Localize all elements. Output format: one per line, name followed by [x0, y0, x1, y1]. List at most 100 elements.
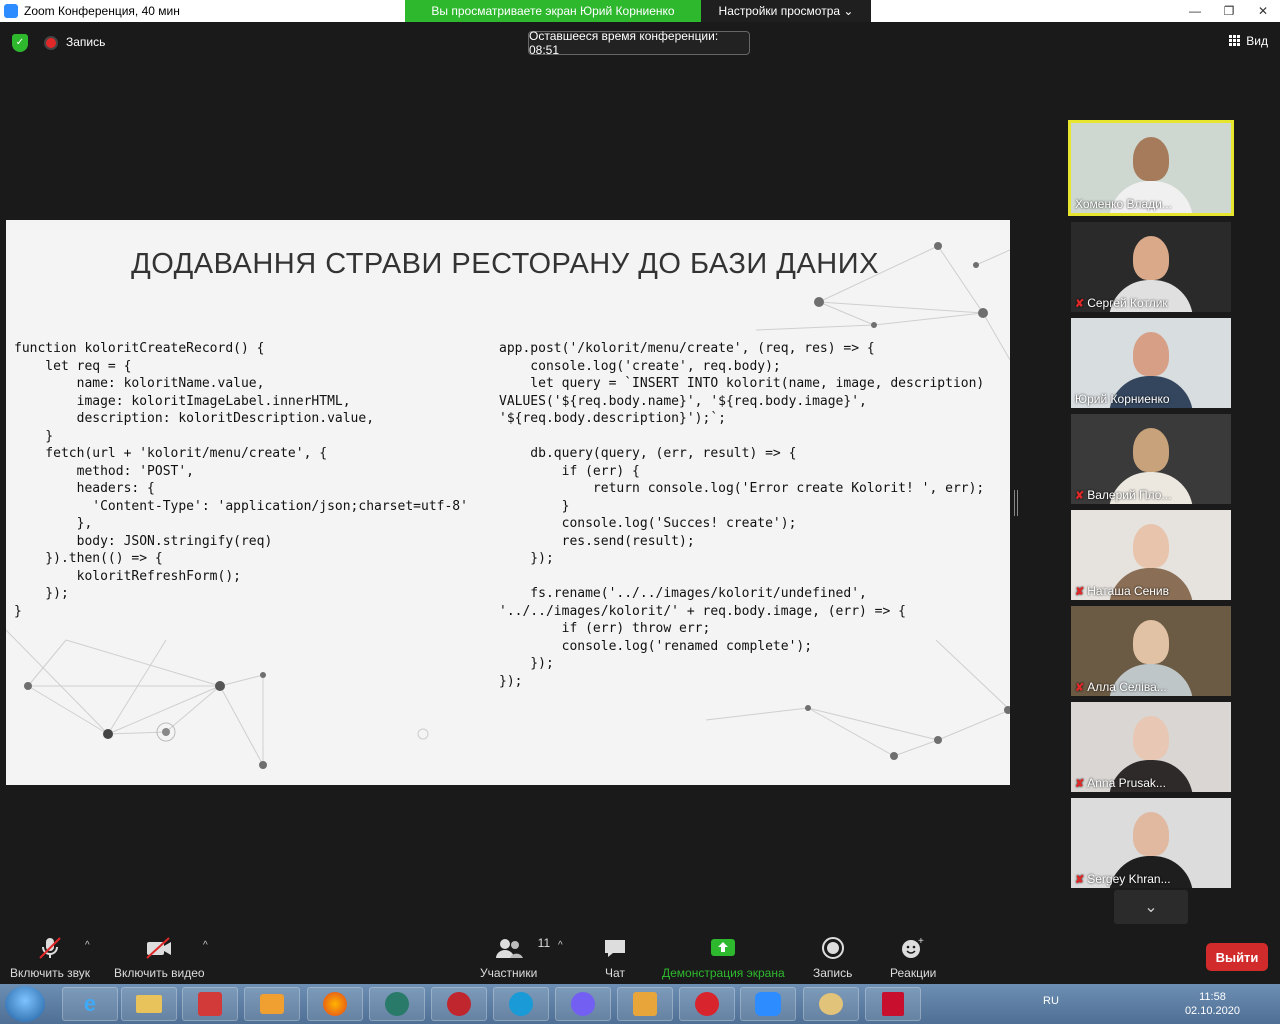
participant-name: ✘ Anna Prusak...	[1075, 776, 1166, 790]
reactions-label: Реакции	[890, 966, 937, 980]
scroll-down-button[interactable]: ⌄	[1114, 890, 1188, 924]
security-app-icon[interactable]	[369, 987, 425, 1021]
record-indicator-icon	[44, 36, 58, 50]
participant-name: Хоменко Влади...	[1075, 197, 1172, 211]
mic-muted-icon	[37, 936, 63, 960]
panel-splitter[interactable]	[1014, 490, 1018, 516]
participant-face	[1133, 524, 1169, 568]
participant-name-text: Сергей Котлик	[1087, 296, 1168, 310]
system-clock[interactable]: 11:58 02.10.2020	[1185, 990, 1240, 1018]
participant-tile[interactable]: ✘ Anna Prusak...	[1071, 702, 1231, 792]
share-screen-icon	[710, 936, 736, 960]
zoom-taskbar-icon[interactable]	[740, 987, 796, 1021]
server-code: app.post('/kolorit/menu/create', (req, r…	[499, 341, 985, 689]
participant-tile[interactable]: ✘ Sergey Khran...	[1071, 798, 1231, 888]
start-button[interactable]	[5, 986, 45, 1022]
leave-button[interactable]: Выйти	[1206, 943, 1268, 971]
participant-name: ✘ Сергей Котлик	[1075, 296, 1168, 310]
close-button[interactable]: ✕	[1246, 0, 1280, 22]
app-icon-1[interactable]	[182, 987, 238, 1021]
participant-name: ✘ Валерий Пло...	[1075, 488, 1171, 502]
windows-taskbar: e RU 11:58 02.10.2020	[0, 984, 1280, 1024]
smiley-icon: +	[900, 936, 926, 960]
slide-title: ДОДАВАННЯ СТРАВИ РЕСТОРАНУ ДО БАЗИ ДАНИХ	[131, 248, 879, 280]
c-app-icon[interactable]	[493, 987, 549, 1021]
viber-icon[interactable]	[555, 987, 611, 1021]
start-video-button[interactable]: Включить видео	[114, 936, 205, 980]
record-label: Запись	[66, 35, 106, 49]
restore-button[interactable]: ❐	[1212, 0, 1246, 22]
share-screen-label: Демонстрация экрана	[662, 966, 785, 980]
window-title: Zoom Конференция, 40 мин	[24, 4, 180, 18]
folder-icon[interactable]	[121, 987, 177, 1021]
client-code: function koloritCreateRecord() { let req…	[14, 341, 468, 619]
chat-button[interactable]: Чат	[603, 936, 627, 980]
participant-tile[interactable]: Юрий Корниенко	[1071, 318, 1231, 408]
zoom-app-icon	[4, 4, 18, 18]
shield-icon[interactable]: ✓	[12, 34, 28, 52]
svg-text:+: +	[918, 936, 924, 947]
participant-tile[interactable]: ✘ Наташа Сенив	[1071, 510, 1231, 600]
reactions-button[interactable]: + Реакции	[890, 936, 936, 980]
record-button[interactable]: Запись	[813, 936, 852, 980]
media-player-icon[interactable]	[244, 987, 300, 1021]
mic-muted-icon: ✘	[1075, 681, 1085, 694]
chat-icon	[603, 936, 627, 960]
participant-face	[1133, 428, 1169, 472]
record-button-label: Запись	[813, 966, 853, 980]
record-icon	[821, 936, 845, 960]
view-options-button[interactable]: Настройки просмотра ⌄	[701, 0, 871, 22]
participant-face	[1133, 620, 1169, 664]
participant-name-text: Наташа Сенив	[1087, 584, 1170, 598]
participant-name-text: Хоменко Влади...	[1075, 197, 1172, 211]
view-label: Вид	[1246, 34, 1268, 48]
participants-button[interactable]: 11 Участники	[480, 936, 550, 980]
shared-screen: ДОДАВАННЯ СТРАВИ РЕСТОРАНУ ДО БАЗИ ДАНИХ…	[6, 220, 1010, 785]
participant-name-text: Юрий Корниенко	[1075, 392, 1170, 406]
clock-time: 11:58	[1199, 991, 1226, 1003]
mic-muted-icon: ✘	[1075, 297, 1085, 310]
window-controls: — ❐ ✕	[1178, 0, 1280, 22]
unmute-button[interactable]: Включить звук	[10, 936, 90, 980]
participants-count: 11	[537, 936, 551, 950]
mic-muted-icon: ✘	[1075, 585, 1085, 598]
participant-name-text: Валерий Пло...	[1087, 488, 1172, 502]
share-banner: Вы просматриваете экран Юрий Корниенко	[405, 0, 701, 22]
participant-name: ✘ Алла Селіва...	[1075, 680, 1167, 694]
grid-icon	[1229, 35, 1242, 47]
meeting-topbar: ✓ Запись Оставшееся время конференции: 0…	[0, 22, 1280, 64]
participant-tile[interactable]: Хоменко Влади...	[1068, 120, 1234, 216]
participant-face	[1133, 137, 1169, 181]
ie-icon[interactable]: e	[62, 987, 118, 1021]
paint-icon[interactable]	[803, 987, 859, 1021]
participant-face	[1133, 332, 1169, 376]
pdf-reader-icon[interactable]	[865, 987, 921, 1021]
participant-name: ✘ Наташа Сенив	[1075, 584, 1169, 598]
ccleaner-icon[interactable]	[679, 987, 735, 1021]
mic-muted-icon: ✘	[1075, 873, 1085, 886]
firefox-icon[interactable]	[307, 987, 363, 1021]
view-button[interactable]: Вид	[1229, 34, 1268, 48]
office-app-icon[interactable]	[617, 987, 673, 1021]
video-off-icon	[144, 936, 174, 960]
participant-tile[interactable]: ✘ Алла Селіва...	[1071, 606, 1231, 696]
participant-tile[interactable]: ✘ Сергей Котлик	[1071, 222, 1231, 312]
participant-name: ✘ Sergey Khran...	[1075, 872, 1171, 886]
participant-tile[interactable]: ✘ Валерий Пло...	[1071, 414, 1231, 504]
video-options-caret[interactable]: ^	[203, 940, 208, 951]
share-screen-button[interactable]: Демонстрация экрана	[662, 936, 785, 980]
language-indicator[interactable]: RU	[1043, 995, 1059, 1007]
audio-options-caret[interactable]: ^	[85, 940, 90, 951]
chat-label: Чат	[605, 966, 625, 980]
participants-icon: 11	[494, 936, 550, 960]
minimize-button[interactable]: —	[1178, 0, 1212, 22]
participant-name-text: Алла Селіва...	[1087, 680, 1167, 694]
participant-name-text: Sergey Khran...	[1087, 872, 1171, 886]
participant-name: Юрий Корниенко	[1075, 392, 1170, 406]
participant-face	[1133, 716, 1169, 760]
chevron-down-icon: ⌄	[1144, 899, 1158, 916]
game-app-icon[interactable]	[431, 987, 487, 1021]
participants-options-caret[interactable]: ^	[558, 940, 563, 951]
mic-muted-icon: ✘	[1075, 489, 1085, 502]
participants-label: Участники	[480, 966, 538, 980]
